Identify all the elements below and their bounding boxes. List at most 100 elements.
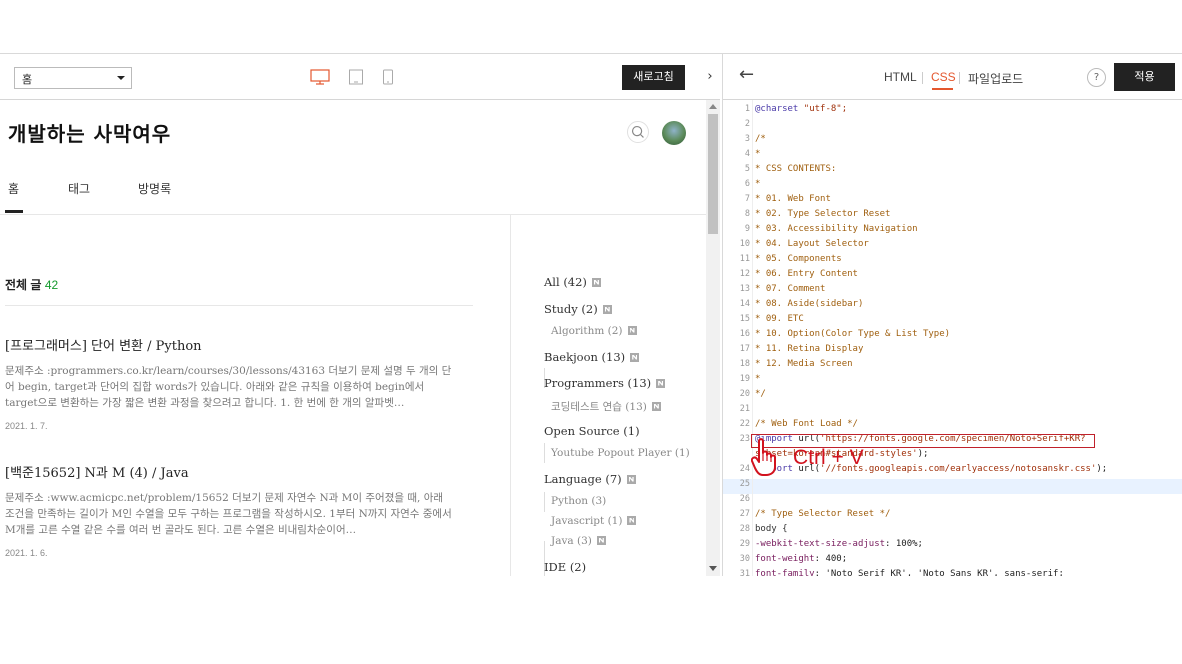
category-label: Open Source (1) <box>544 424 640 438</box>
post-count-label: 전체 글 <box>5 278 42 292</box>
scroll-up-icon[interactable] <box>709 104 717 109</box>
code-line[interactable]: */ <box>755 389 766 399</box>
mobile-icon[interactable] <box>382 69 394 85</box>
pointer-hand-icon <box>751 438 776 476</box>
avatar[interactable] <box>662 121 686 145</box>
new-badge-icon <box>651 401 661 411</box>
help-button[interactable]: ? <box>1087 68 1106 87</box>
line-number: 18 <box>739 359 750 369</box>
category-label: Youtube Popout Player (1) <box>551 447 690 459</box>
preview-scrollbar[interactable] <box>706 100 720 576</box>
code-line[interactable]: * 09. ETC <box>755 314 804 324</box>
code-line[interactable]: * 12. Media Screen <box>755 359 853 369</box>
scroll-thumb[interactable] <box>708 114 718 234</box>
category-label: Javascript (1) <box>551 515 623 527</box>
apply-button[interactable]: 적용 <box>1114 63 1175 91</box>
code-line[interactable]: * 05. Components <box>755 254 842 264</box>
line-number: 13 <box>739 284 750 294</box>
new-badge-icon <box>627 515 637 525</box>
line-number: 16 <box>739 329 750 339</box>
tab-css[interactable]: CSS <box>931 70 956 84</box>
code-line[interactable]: body { <box>755 524 788 534</box>
code-line[interactable]: * <box>755 179 760 189</box>
desktop-icon[interactable] <box>310 69 330 85</box>
category-label: Programmers (13) <box>544 376 652 390</box>
post-title[interactable]: [백준15652] N과 M (4) / Java <box>5 462 455 481</box>
search-icon[interactable] <box>627 121 649 143</box>
line-number: 17 <box>739 344 750 354</box>
cms-skin-editor: 홈 새로고침 › 개발하는 사막여우 홈 태그 방명록 전체 글 42 [프로그… <box>0 53 1182 576</box>
category-item[interactable]: Programmers (13) <box>544 376 666 390</box>
category-item[interactable]: Open Source (1) <box>544 424 640 438</box>
category-label: Study (2) <box>544 302 598 316</box>
nav-item-home[interactable]: 홈 <box>8 180 19 197</box>
tab-file-upload[interactable]: 파일업로드 <box>968 70 1023 87</box>
line-number: 11 <box>739 254 750 264</box>
category-item[interactable]: 코딩테스트 연습 (13) <box>551 399 661 414</box>
code-line[interactable]: * 01. Web Font <box>755 194 831 204</box>
css-code-editor[interactable]: 1 @charset "utf-8"; 2 3/* 4 * 5 * CSS CONTENT… <box>723 100 1182 576</box>
code-line[interactable]: * <box>755 149 760 159</box>
collapse-arrow-icon[interactable]: › <box>700 54 720 100</box>
code-line[interactable]: * 04. Layout Selector <box>755 239 869 249</box>
code-line[interactable]: @charset "utf-8"; <box>755 104 847 114</box>
category-item[interactable]: Python (3) <box>551 495 606 507</box>
line-number: 22 <box>739 419 750 429</box>
code-line[interactable]: -webkit-text-size-adjust: 100%; <box>755 539 923 549</box>
category-item[interactable]: Java (3) <box>551 535 606 547</box>
category-label: IDE (2) <box>544 560 587 574</box>
category-item[interactable]: IDE (2) <box>544 560 586 574</box>
line-number: 26 <box>739 494 750 504</box>
category-item[interactable]: Youtube Popout Player (1) <box>551 447 690 459</box>
post-title[interactable]: [프로그래머스] 단어 변환 / Python <box>5 335 455 354</box>
category-item[interactable]: All (42) <box>544 275 601 289</box>
new-badge-icon <box>630 352 640 362</box>
page-select[interactable]: 홈 <box>14 67 132 89</box>
post-item[interactable]: [프로그래머스] 단어 변환 / Python 문제주소 :programmer… <box>5 335 455 431</box>
blog-title[interactable]: 개발하는 사막여우 <box>8 118 171 147</box>
back-arrow-icon[interactable]: ← <box>739 64 754 85</box>
code-line[interactable]: * 11. Retina Display <box>755 344 863 354</box>
code-line[interactable]: * 02. Type Selector Reset <box>755 209 890 219</box>
post-item[interactable]: [백준15652] N과 M (4) / Java 문제주소 :www.acmi… <box>5 462 455 558</box>
scroll-down-icon[interactable] <box>709 566 717 571</box>
line-number: 6 <box>744 179 750 189</box>
post-snippet: 문제주소 :programmers.co.kr/learn/courses/30… <box>5 365 452 409</box>
tablet-icon[interactable] <box>348 69 364 85</box>
code-line[interactable]: font-weight: 400; <box>755 554 847 564</box>
category-item[interactable]: Baekjoon (13) <box>544 350 640 364</box>
category-label: Baekjoon (13) <box>544 350 626 364</box>
code-line[interactable]: font-family: 'Noto Serif KR', 'Noto Sans… <box>755 569 1064 576</box>
code-line[interactable]: * CSS CONTENTS: <box>755 164 836 174</box>
line-number: 9 <box>744 224 750 234</box>
code-line[interactable]: * 07. Comment <box>755 284 825 294</box>
code-line[interactable]: * 10. Option(Color Type & List Type) <box>755 329 950 339</box>
code-line[interactable]: /* <box>755 134 766 144</box>
category-item[interactable]: Language (7) <box>544 472 636 486</box>
new-badge-icon <box>596 535 606 545</box>
code-line[interactable]: * 06. Entry Content <box>755 269 858 279</box>
nav-item-tag[interactable]: 태그 <box>68 180 90 197</box>
category-item[interactable]: Javascript (1) <box>551 515 637 527</box>
refresh-button[interactable]: 새로고침 <box>622 65 685 90</box>
category-label: Python (3) <box>551 495 607 507</box>
code-line[interactable]: /* Web Font Load */ <box>755 419 858 429</box>
code-line[interactable]: * 08. Aside(sidebar) <box>755 299 863 309</box>
preview-pane: 홈 새로고침 › 개발하는 사막여우 홈 태그 방명록 전체 글 42 [프로그… <box>0 54 720 576</box>
line-number: 5 <box>744 164 750 174</box>
code-line[interactable]: * 03. Accessibility Navigation <box>755 224 918 234</box>
code-line[interactable]: * <box>755 374 760 384</box>
category-item[interactable]: Algorithm (2) <box>551 325 637 337</box>
post-date: 2021. 1. 7. <box>5 421 48 431</box>
code-line[interactable]: /* Type Selector Reset */ <box>755 509 890 519</box>
line-number: 1 <box>744 104 750 114</box>
current-line-highlight <box>723 479 1182 494</box>
page-select-value: 홈 <box>22 74 33 86</box>
tab-html[interactable]: HTML <box>884 70 917 84</box>
line-number: 12 <box>739 269 750 279</box>
line-number: 19 <box>739 374 750 384</box>
category-item[interactable]: Study (2) <box>544 302 612 316</box>
nav-item-guestbook[interactable]: 방명록 <box>138 180 171 197</box>
line-number: 10 <box>739 239 750 249</box>
category-label: Java (3) <box>551 535 592 547</box>
